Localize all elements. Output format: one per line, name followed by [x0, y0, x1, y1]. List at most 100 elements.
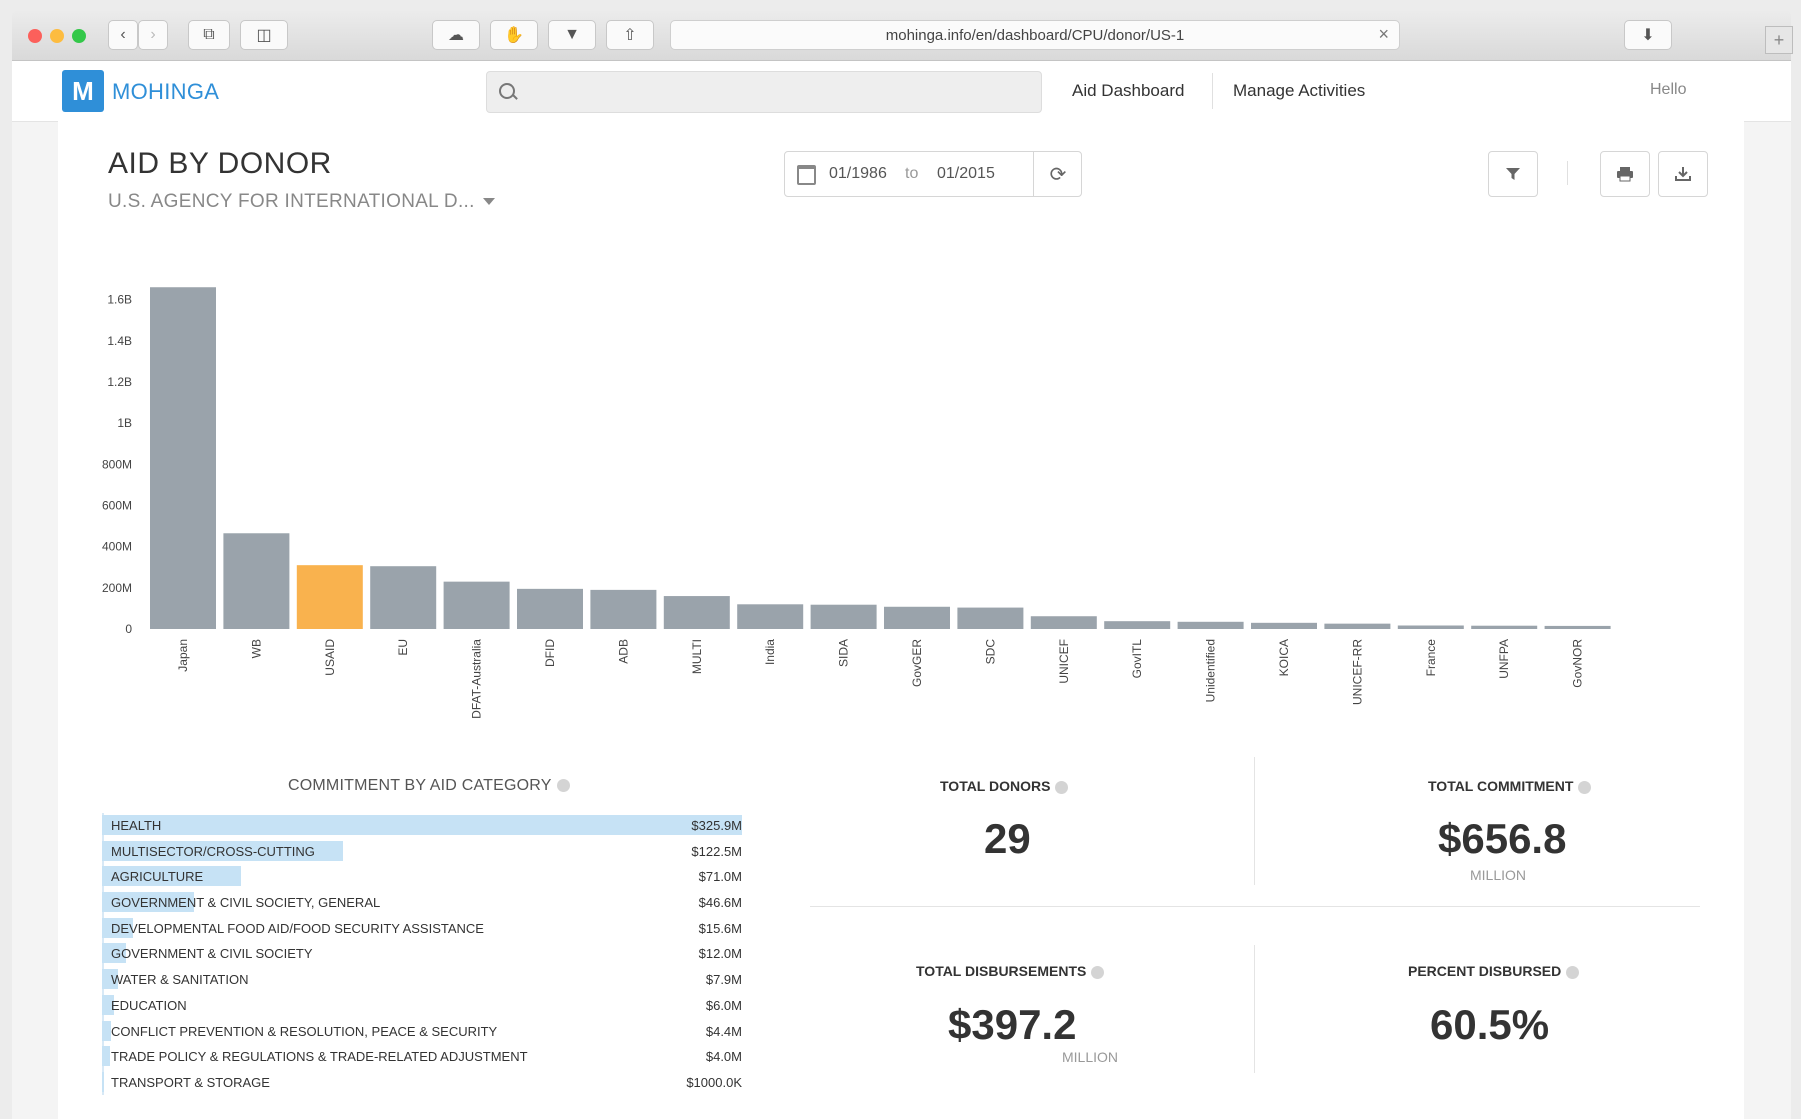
download-icon — [1675, 167, 1691, 181]
x-tick-label: KOICA — [1277, 639, 1291, 676]
category-label: TRANSPORT & STORAGE — [111, 1074, 270, 1090]
bar-usaid[interactable] — [296, 565, 363, 629]
info-icon[interactable] — [1091, 965, 1105, 979]
download-icon[interactable]: ⬇ — [1624, 20, 1672, 50]
bar-india[interactable] — [737, 604, 804, 629]
aid-by-donor-chart: 0 200M 400M 600M 800M 1B 1.2B 1.4B 1.6B Japan WB US… — [102, 287, 1611, 719]
y-tick-label: 800M — [102, 457, 132, 471]
bar-unicef[interactable] — [1030, 616, 1097, 629]
nav-link-manage-activities[interactable]: Manage Activities — [1233, 81, 1365, 101]
category-label: WATER & SANITATION — [111, 972, 249, 988]
bar-koica[interactable] — [1251, 622, 1317, 629]
bar-eu[interactable] — [370, 566, 437, 629]
y-tick-label: 400M — [102, 540, 132, 554]
nav-link-aid-dashboard[interactable]: Aid Dashboard — [1072, 81, 1184, 101]
bar-dfat-australia[interactable] — [443, 581, 510, 629]
bar-govitl[interactable] — [1104, 621, 1171, 629]
category-row[interactable]: DEVELOPMENTAL FOOD AID/FOOD SECURITY ASS… — [102, 916, 742, 942]
search-input[interactable] — [486, 71, 1042, 113]
category-row[interactable]: GOVERNMENT & CIVIL SOCIETY, GENERAL $46.6… — [102, 890, 742, 916]
x-tick-label: Unidentified — [1204, 639, 1218, 702]
category-bar — [102, 815, 742, 835]
filter-icon — [1506, 168, 1520, 180]
bar-multi[interactable] — [663, 596, 730, 629]
category-row[interactable]: WATER & SANITATION $7.9M — [102, 967, 742, 993]
category-row[interactable]: MULTISECTOR/CROSS-CUTTING $122.5M — [102, 839, 742, 865]
category-row[interactable]: HEALTH $325.9M — [102, 813, 742, 839]
url-bar[interactable]: mohinga.info/en/dashboard/CPU/donor/US-1… — [670, 20, 1400, 50]
user-greeting[interactable]: Hello — [1650, 81, 1686, 99]
info-icon[interactable] — [1566, 965, 1580, 979]
category-value: $325.9M — [691, 818, 742, 833]
category-bar — [102, 1046, 110, 1067]
logo-icon[interactable]: M — [62, 70, 104, 112]
date-to[interactable]: 01/2015 — [937, 165, 995, 183]
close-icon[interactable]: × — [1378, 24, 1389, 45]
bar-sida[interactable] — [810, 604, 877, 629]
category-row[interactable]: EDUCATION $6.0M — [102, 993, 742, 1019]
bar-sdc[interactable] — [957, 607, 1024, 629]
bar-govnor[interactable] — [1544, 625, 1611, 629]
info-icon[interactable] — [556, 779, 570, 793]
sidebar-icon[interactable]: ◫ — [240, 20, 288, 50]
zoom-window-button[interactable] — [72, 29, 86, 43]
evernote-icon[interactable]: ✋ — [490, 20, 538, 50]
bar-dfid[interactable] — [517, 588, 583, 629]
x-tick-label: DFID — [543, 639, 557, 667]
category-panel-title: COMMITMENT BY AID CATEGORY — [288, 777, 570, 795]
category-bar — [102, 1020, 111, 1041]
x-tick-label: UNICEF — [1057, 639, 1071, 684]
category-row[interactable]: CONFLICT PREVENTION & RESOLUTION, PEACE … — [102, 1019, 742, 1045]
bar-wb[interactable] — [223, 533, 290, 629]
total-donors-label: TOTAL DONORS — [940, 778, 1069, 794]
category-row[interactable]: AGRICULTURE $71.0M — [102, 864, 742, 890]
refresh-icon[interactable]: ⟳ — [1033, 152, 1082, 196]
search-icon — [499, 83, 515, 99]
bar-japan[interactable] — [150, 287, 216, 629]
date-range-picker[interactable]: 01/1986 to 01/2015 ⟳ — [784, 151, 1082, 197]
y-tick-label: 1B — [117, 416, 132, 430]
back-icon[interactable]: ‹ — [108, 20, 138, 50]
category-label: AGRICULTURE — [111, 869, 204, 885]
forward-icon[interactable]: › — [138, 20, 168, 50]
bar-adb[interactable] — [590, 589, 657, 629]
donor-selector[interactable]: U.S. AGENCY FOR INTERNATIONAL D... — [108, 191, 495, 213]
category-row[interactable]: TRADE POLICY & REGULATIONS & TRADE-RELAT… — [102, 1044, 742, 1070]
total-donors-label-text: TOTAL DONORS — [940, 778, 1051, 794]
bar-govger[interactable] — [884, 606, 950, 629]
x-tick-label: EU — [396, 639, 410, 656]
tabs-overview-icon[interactable]: ⧉ — [188, 20, 230, 50]
date-to-label: to — [905, 165, 919, 182]
info-icon[interactable] — [1055, 780, 1069, 794]
category-value: $46.6M — [698, 895, 742, 911]
info-icon[interactable] — [1578, 780, 1592, 794]
category-row[interactable]: TRANSPORT & STORAGE $1000.0K — [102, 1070, 742, 1096]
category-row[interactable]: GOVERNMENT & CIVIL SOCIETY $12.0M — [102, 941, 742, 967]
date-from[interactable]: 01/1986 — [829, 165, 887, 183]
close-window-button[interactable] — [28, 29, 42, 43]
bar-unfpa[interactable] — [1471, 625, 1538, 629]
share-icon[interactable]: ⇧ — [606, 20, 654, 50]
dashboard-content: AID BY DONOR U.S. AGENCY FOR INTERNATION… — [58, 121, 1744, 1119]
x-tick-label: MULTI — [690, 639, 704, 674]
bar-france[interactable] — [1397, 625, 1464, 630]
category-panel-title-text: COMMITMENT BY AID CATEGORY — [288, 777, 552, 794]
filter-button[interactable] — [1488, 151, 1538, 197]
category-value: $1000.0K — [686, 1074, 742, 1090]
print-button[interactable] — [1600, 151, 1650, 197]
bar-unicef-rr[interactable] — [1324, 623, 1391, 629]
minimize-window-button[interactable] — [50, 29, 64, 43]
y-tick-label: 1.6B — [107, 293, 132, 307]
stats-divider-horizontal — [810, 906, 1700, 907]
new-tab-button[interactable]: + — [1765, 26, 1793, 54]
cloud-icon[interactable]: ☁ — [432, 20, 480, 50]
total-commitment-value: $656.8 — [1438, 815, 1567, 862]
bar-unidentified[interactable] — [1177, 621, 1244, 629]
total-donors-value: 29 — [984, 815, 1031, 862]
total-commitment-label: TOTAL COMMITMENT — [1428, 778, 1592, 794]
logo-text[interactable]: MOHINGA — [112, 79, 219, 105]
x-tick-label: ADB — [616, 639, 630, 664]
download-button[interactable] — [1658, 151, 1708, 197]
calendar-icon — [797, 165, 816, 185]
pocket-icon[interactable]: ▼ — [548, 20, 596, 50]
